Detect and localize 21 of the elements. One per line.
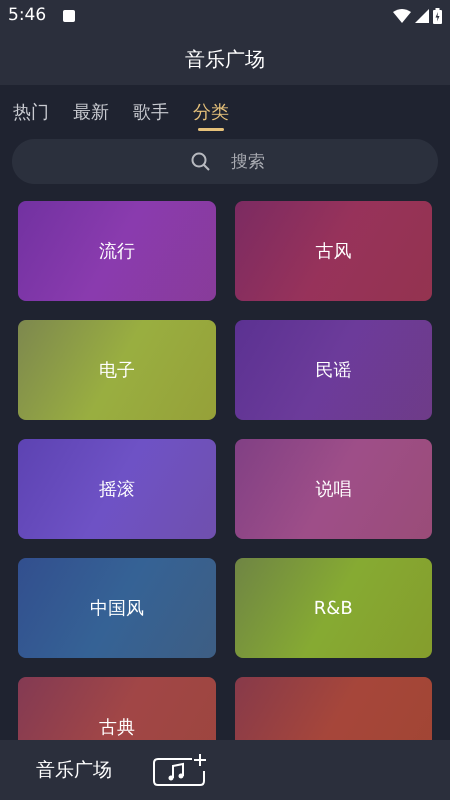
page-title: 音乐广场 [185, 46, 265, 72]
nav-tab[interactable]: 音乐广场 [36, 756, 112, 784]
category-card[interactable]: 说唱 [234, 439, 432, 539]
wifi-icon [393, 9, 411, 23]
status-time: 5:46 [8, 4, 46, 28]
category-tab[interactable]: 最新 [73, 95, 109, 129]
category-card[interactable]: 摇滚 [18, 439, 216, 539]
music-add-icon[interactable] [152, 753, 208, 787]
signal-icon [415, 9, 429, 23]
category-card[interactable]: 古风 [234, 201, 432, 301]
search-icon [191, 152, 210, 171]
search-field[interactable]: 搜索 [12, 139, 438, 184]
category-card[interactable]: 中国风 [18, 558, 216, 658]
category-card[interactable]: 民谣 [234, 320, 432, 420]
category-tab[interactable]: 热门 [13, 95, 49, 129]
category-card[interactable]: 流行 [18, 201, 216, 301]
battery-icon [433, 8, 442, 24]
category-tab[interactable]: 歌手 [133, 95, 169, 129]
notification-icon [63, 10, 76, 22]
category-card[interactable]: 古典 [18, 677, 216, 740]
category-tab[interactable]: 分类 [193, 95, 229, 129]
